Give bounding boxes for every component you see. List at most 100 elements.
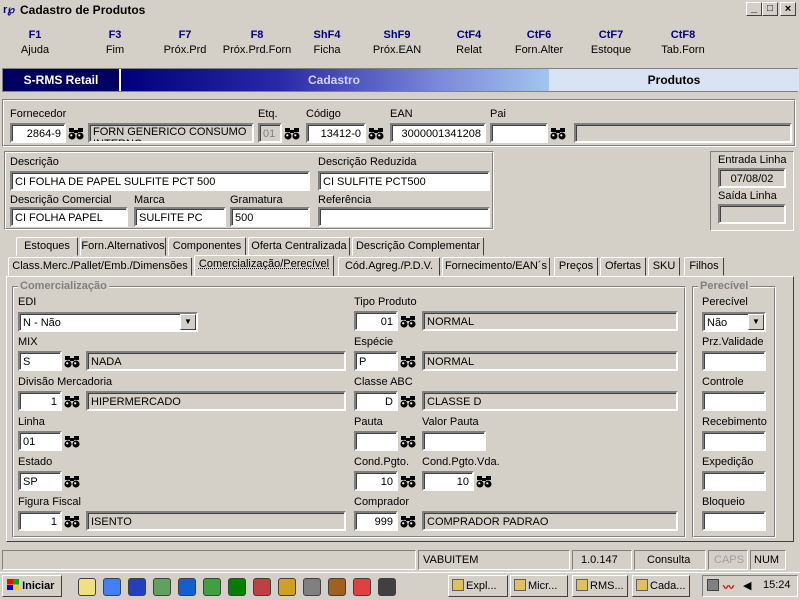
fkey-label: Próx.Prd.Forn — [222, 44, 292, 56]
divisao-search-icon[interactable] — [62, 391, 82, 411]
tipo-produto-input[interactable]: 01 — [354, 311, 398, 331]
linha-input[interactable]: 01 — [18, 431, 62, 451]
taskbar-task-1[interactable]: Micr... — [510, 575, 568, 597]
linha-search-icon[interactable] — [62, 431, 82, 451]
fornecedor-code-input[interactable]: 2864-9 — [10, 123, 66, 143]
especie-input[interactable]: P — [354, 351, 398, 371]
word-icon[interactable] — [128, 578, 146, 596]
scanner-icon[interactable] — [153, 578, 171, 596]
internet-explorer-icon[interactable] — [178, 578, 196, 596]
install-icon[interactable] — [203, 578, 221, 596]
tab-estoques[interactable]: Estoques — [16, 237, 78, 256]
chrome-icon[interactable] — [278, 578, 296, 596]
fkey-ctf6-button[interactable]: CtF6 Forn.Alter — [504, 28, 574, 56]
minimize-button[interactable]: _ — [746, 2, 762, 16]
fkey-shf4-button[interactable]: ShF4 Ficha — [292, 28, 362, 56]
figura-fiscal-label: Figura Fiscal — [18, 496, 81, 508]
fkey-f7-button[interactable]: F7 Próx.Prd — [150, 28, 220, 56]
controle-input[interactable] — [702, 391, 766, 411]
start-button[interactable]: Iniciar — [2, 575, 62, 597]
tray-printer-icon[interactable] — [707, 579, 719, 591]
recebimento-input[interactable] — [702, 431, 766, 451]
map-icon[interactable] — [303, 578, 321, 596]
tray-network-icon[interactable]: 〰 — [723, 579, 734, 595]
codigo-search-icon[interactable] — [366, 123, 386, 143]
cond-pgto-vda-search-icon[interactable] — [474, 471, 494, 491]
ean-label: EAN — [390, 108, 413, 120]
bloqueio-input[interactable] — [702, 511, 766, 531]
tab-ofertas[interactable]: Ofertas — [600, 257, 646, 276]
tab-pre-os[interactable]: Preços — [554, 257, 598, 276]
etq-search-icon[interactable] — [282, 123, 302, 143]
tab-fornecimento-ean-s[interactable]: Fornecimento/EAN´s — [442, 257, 550, 276]
estado-search-icon[interactable] — [62, 471, 82, 491]
especie-search-icon[interactable] — [398, 351, 418, 371]
taskbar-task-2[interactable]: RMS... — [572, 575, 628, 597]
search-icon[interactable] — [103, 578, 121, 596]
codigo-input[interactable]: 13412-0 — [306, 123, 366, 143]
marca-input[interactable]: SULFITE PC — [134, 207, 226, 227]
expedicao-input[interactable] — [702, 471, 766, 491]
descricao-input[interactable]: CI FOLHA DE PAPEL SULFITE PCT 500 — [10, 171, 310, 191]
tool-icon[interactable] — [328, 578, 346, 596]
pauta-search-icon[interactable] — [398, 431, 418, 451]
comprador-search-icon[interactable] — [398, 511, 418, 531]
taskbar-task-3[interactable]: Cada... — [632, 575, 690, 597]
fkey-shf9-button[interactable]: ShF9 Próx.EAN — [362, 28, 432, 56]
mix-search-icon[interactable] — [62, 351, 82, 371]
etq-input[interactable]: 01 — [258, 123, 282, 143]
tab-componentes[interactable]: Componentes — [168, 237, 246, 256]
fkey-ctf7-button[interactable]: CtF7 Estoque — [576, 28, 646, 56]
classe-abc-input[interactable]: D — [354, 391, 398, 411]
tab-comercializa-o-perec-vel[interactable]: Comercialização/Perecível — [194, 255, 334, 276]
clock: 15:24 — [763, 579, 791, 591]
paint-icon[interactable] — [353, 578, 371, 596]
referencia-input[interactable] — [318, 207, 490, 227]
media-icon[interactable] — [253, 578, 271, 596]
tab-c-d-agreg-p-d-v-[interactable]: Cód.Agreg./P.D.V. — [338, 257, 440, 276]
fkey-f3-button[interactable]: F3 Fim — [80, 28, 150, 56]
comprador-desc-field: COMPRADOR PADRAO — [422, 511, 678, 531]
fornecedor-search-icon[interactable] — [66, 123, 86, 143]
descricao-reduzida-input[interactable]: CI SULFITE PCT500 — [318, 171, 490, 191]
gramatura-input[interactable]: 500 — [230, 207, 310, 227]
tipo-produto-search-icon[interactable] — [398, 311, 418, 331]
taskbar-task-0[interactable]: Expl... — [448, 575, 508, 597]
edi-dropdown-button[interactable]: ▼ — [180, 314, 196, 330]
descricao-comercial-input[interactable]: CI FOLHA PAPEL — [10, 207, 128, 227]
fkey-f8-button[interactable]: F8 Próx.Prd.Forn — [222, 28, 292, 56]
tab-class-merc-pallet-emb-dimens-es[interactable]: Class.Merc./Pallet/Emb./Dimensões — [8, 257, 192, 276]
comprador-input[interactable]: 999 — [354, 511, 398, 531]
prz-validade-input[interactable] — [702, 351, 766, 371]
tab-sku[interactable]: SKU — [648, 257, 680, 276]
fkey-f1-button[interactable]: F1 Ajuda — [0, 28, 70, 56]
cond-pgto-vda-input[interactable]: 10 — [422, 471, 474, 491]
pai-input[interactable] — [490, 123, 548, 143]
estado-input[interactable]: SP — [18, 471, 62, 491]
grid-icon[interactable] — [228, 578, 246, 596]
figura-fiscal-search-icon[interactable] — [62, 511, 82, 531]
mix-input[interactable]: S — [18, 351, 62, 371]
tab-oferta-centralizada[interactable]: Oferta Centralizada — [248, 237, 350, 256]
tab-filhos[interactable]: Filhos — [684, 257, 724, 276]
rms-icon[interactable] — [378, 578, 396, 596]
cond-pgto-input[interactable]: 10 — [354, 471, 398, 491]
fkey-ctf8-button[interactable]: CtF8 Tab.Forn — [648, 28, 718, 56]
maximize-button[interactable]: □ — [762, 2, 778, 16]
pai-search-icon[interactable] — [548, 123, 568, 143]
edi-select[interactable]: N - Não — [18, 312, 198, 332]
classe-abc-search-icon[interactable] — [398, 391, 418, 411]
valor-pauta-input[interactable] — [422, 431, 486, 451]
tray-volume-icon[interactable]: ◀ — [743, 579, 751, 592]
divisao-input[interactable]: 1 — [18, 391, 62, 411]
figura-fiscal-input[interactable]: 1 — [18, 511, 62, 531]
tab-descri-o-complementar[interactable]: Descrição Complementar — [352, 237, 484, 256]
perecivel-dropdown-button[interactable]: ▼ — [748, 314, 764, 330]
cond-pgto-search-icon[interactable] — [398, 471, 418, 491]
notepad-icon[interactable] — [78, 578, 96, 596]
pauta-input[interactable] — [354, 431, 398, 451]
ean-input[interactable]: 3000001341208 — [390, 123, 486, 143]
tab-forn-alternativos[interactable]: Forn.Alternativos — [80, 237, 166, 256]
close-button[interactable]: × — [780, 2, 796, 16]
fkey-ctf4-button[interactable]: CtF4 Relat — [434, 28, 504, 56]
